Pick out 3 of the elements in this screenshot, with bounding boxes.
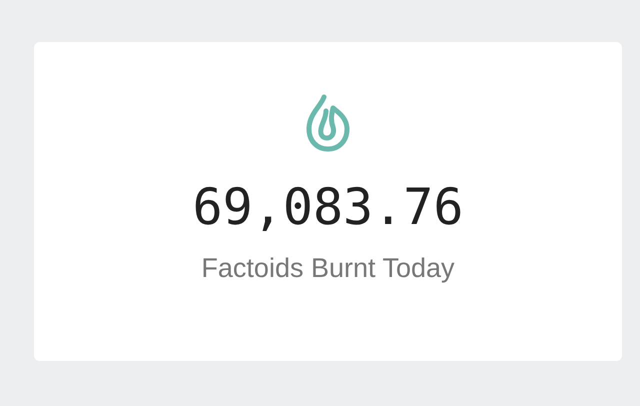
flame-icon (305, 94, 351, 152)
stat-value: 69,083.76 (192, 182, 464, 232)
stat-label: Factoids Burnt Today (201, 252, 455, 284)
